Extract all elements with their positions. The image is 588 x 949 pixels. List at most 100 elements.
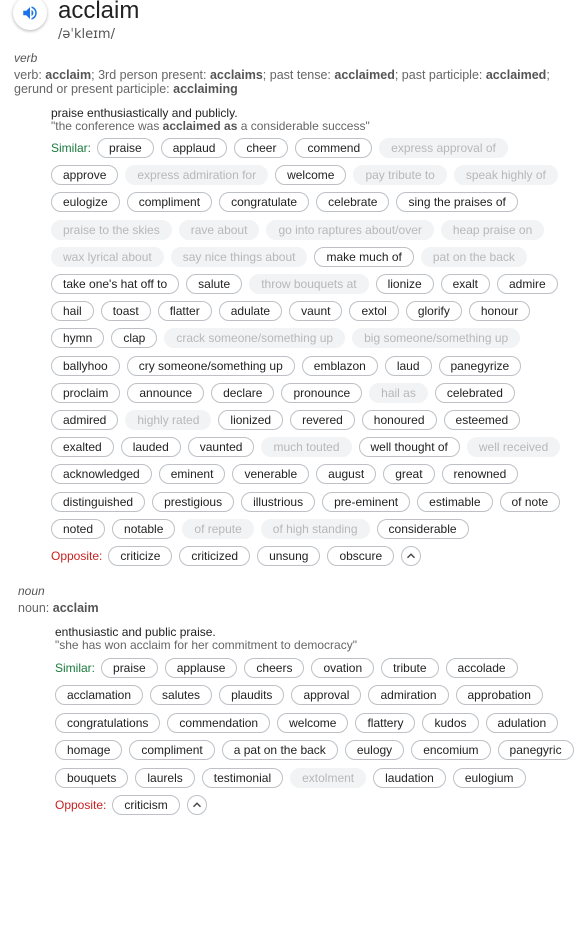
verb-similar-chip-extol[interactable]: extol (349, 301, 399, 322)
noun-example: "she has won acclaim for her commitment … (55, 638, 357, 652)
verb-similar-chip-lionized[interactable]: lionized (218, 410, 284, 430)
verb-similar-chip-venerable[interactable]: venerable (232, 464, 310, 485)
noun-similar-chip-acclamation[interactable]: acclamation (55, 685, 144, 706)
noun-similar-chip-a-pat-on-the-back[interactable]: a pat on the back (221, 740, 338, 761)
noun-similar-chip-applause[interactable]: applause (164, 658, 238, 678)
verb-similar-chip-take-one-s-hat-off-to[interactable]: take one's hat off to (51, 274, 180, 294)
noun-similar-chip-kudos[interactable]: kudos (422, 712, 479, 733)
verb-similar-chip-noted[interactable]: noted (51, 518, 106, 539)
verb-similar-chip-celebrate[interactable]: celebrate (316, 192, 390, 213)
verb-similar-chip-salute[interactable]: salute (186, 274, 243, 294)
verb-similar-chip-cry-someone-something-up[interactable]: cry someone/something up (126, 355, 295, 376)
verb-similar-chip-well-thought-of[interactable]: well thought of (358, 437, 460, 458)
verb-similar-chip-declare[interactable]: declare (211, 382, 275, 403)
noun-similar-chip-flattery[interactable]: flattery (355, 712, 416, 733)
verb-similar-chip-renowned[interactable]: renowned (441, 464, 519, 485)
noun-similar-chip-plaudits[interactable]: plaudits (219, 685, 285, 706)
collapse-button[interactable] (186, 795, 207, 815)
noun-similar-chip-welcome[interactable]: welcome (277, 712, 349, 733)
noun-similar-chip-cheers[interactable]: cheers (244, 658, 305, 678)
noun-similar-chip-salutes[interactable]: salutes (150, 685, 213, 706)
pronunciation-speaker-button[interactable] (13, 0, 47, 30)
noun-similar-chip-praise[interactable]: praise (101, 658, 158, 678)
noun-similar-chip-encomium[interactable]: encomium (411, 740, 491, 761)
verb-similar-chip-acknowledged[interactable]: acknowledged (51, 464, 152, 485)
verb-similar-chip-glorify[interactable]: glorify (405, 301, 462, 322)
verb-similar-chip-considerable[interactable]: considerable (376, 518, 469, 539)
verb-similar-chip-ballyhoo[interactable]: ballyhoo (51, 355, 120, 376)
collapse-button[interactable] (401, 546, 422, 566)
verb-similar-chip-pronounce[interactable]: pronounce (281, 382, 363, 403)
verb-similar-chip-of-note[interactable]: of note (499, 491, 561, 512)
verb-similar-chip-exalted[interactable]: exalted (51, 437, 114, 458)
verb-similar-chip-prestigious[interactable]: prestigious (152, 491, 235, 512)
verb-opposite-chip-obscure[interactable]: obscure (327, 546, 395, 566)
noun-similar-chip-ovation[interactable]: ovation (311, 658, 375, 678)
verb-similar-chip-estimable[interactable]: estimable (417, 491, 493, 512)
verb-similar-chip-exalt[interactable]: exalt (440, 274, 490, 294)
verb-similar-chip-celebrated[interactable]: celebrated (434, 382, 515, 403)
verb-similar-chip-welcome[interactable]: welcome (275, 165, 347, 186)
noun-similar-chip-admiration[interactable]: admiration (368, 685, 449, 706)
verb-similar-chip-lauded[interactable]: lauded (120, 437, 181, 458)
verb-similar-chip-panegyrize[interactable]: panegyrize (438, 355, 522, 376)
verb-similar-chip-cheer[interactable]: cheer (234, 138, 289, 158)
verb-similar-chip-admired[interactable]: admired (51, 410, 119, 430)
noun-similar-chip-compliment[interactable]: compliment (129, 740, 215, 761)
verb-similar-chip-approve[interactable]: approve (51, 165, 119, 186)
verb-similar-chip-admire[interactable]: admire (496, 274, 558, 294)
verb-opposite-chip-unsung[interactable]: unsung (257, 546, 321, 566)
noun-similar-chip-testimonial[interactable]: testimonial (201, 767, 284, 788)
verb-similar-chip-vaunt[interactable]: vaunt (289, 301, 343, 322)
verb-similar-chip-congratulate[interactable]: congratulate (219, 192, 310, 213)
noun-similar-chip-accolade[interactable]: accolade (445, 658, 518, 678)
verb-opposite-chip-criticize[interactable]: criticize (108, 546, 173, 566)
noun-similar-chip-laurels[interactable]: laurels (135, 767, 195, 788)
verb-similar-chip-great[interactable]: great (383, 464, 435, 485)
verb-similar-chip-make-much-of[interactable]: make much of (314, 246, 414, 267)
verb-similar-chip-lionize[interactable]: lionize (375, 274, 434, 294)
noun-similar-chip-approval[interactable]: approval (291, 685, 362, 706)
verb-similar-chip-vaunted[interactable]: vaunted (187, 437, 255, 458)
verb-similar-chip-compliment[interactable]: compliment (126, 192, 213, 213)
verb-similar-chip-commend[interactable]: commend (295, 138, 373, 158)
noun-similar-chip-laudation[interactable]: laudation (373, 767, 446, 788)
verb-similar-chip-honour[interactable]: honour (468, 301, 531, 322)
noun-similar-chip-approbation[interactable]: approbation (455, 685, 543, 706)
verb-similar-chip-adulate[interactable]: adulate (218, 301, 283, 322)
verb-similar-chip-august[interactable]: august (316, 464, 377, 485)
noun-similar-chip-eulogium[interactable]: eulogium (452, 767, 526, 788)
verb-similar-chip-eminent[interactable]: eminent (158, 464, 226, 485)
verb-similar-chip-clap[interactable]: clap (111, 328, 158, 349)
noun-similar-chip-bouquets[interactable]: bouquets (55, 767, 129, 788)
verb-similar-chip-announce[interactable]: announce (127, 382, 205, 403)
noun-similar-chip-adulation[interactable]: adulation (485, 712, 559, 733)
verb-similar-chip-toast[interactable]: toast (100, 301, 151, 322)
verb-similar-chip-hymn[interactable]: hymn (51, 328, 105, 349)
verb-similar-chip-notable[interactable]: notable (112, 518, 176, 539)
noun-similar-chip-eulogy[interactable]: eulogy (344, 740, 405, 761)
verb-similar-chip-laud[interactable]: laud (384, 355, 432, 376)
verb-similar-chip-emblazon[interactable]: emblazon (301, 355, 378, 376)
verb-opposite-chip-criticized[interactable]: criticized (179, 546, 251, 566)
verb-similar-chip-revered[interactable]: revered (290, 410, 355, 430)
verb-similar-chip-honoured[interactable]: honoured (361, 410, 437, 430)
noun-similar-chip-panegyric[interactable]: panegyric (497, 740, 574, 761)
verb-similar-chip-distinguished[interactable]: distinguished (51, 491, 146, 512)
verb-similar-chip-esteemed[interactable]: esteemed (443, 410, 521, 430)
verb-similar-chip-pre-eminent[interactable]: pre-eminent (322, 491, 411, 512)
verb-similar-chip-applaud[interactable]: applaud (160, 138, 228, 158)
noun-similar-chip-homage[interactable]: homage (55, 740, 123, 761)
verb-similar-chip-proclaim[interactable]: proclaim (51, 382, 121, 403)
verb-similar-chip-hail[interactable]: hail (51, 301, 94, 322)
phonetic: /əˈkleɪm/ (58, 27, 115, 42)
verb-similar-chip-illustrious[interactable]: illustrious (241, 491, 316, 512)
noun-similar-chip-congratulations[interactable]: congratulations (55, 712, 161, 733)
verb-similar-chip-praise[interactable]: praise (97, 138, 154, 158)
verb-similar-chip-flatter[interactable]: flatter (157, 301, 212, 322)
noun-opposite-chip-criticism[interactable]: criticism (112, 795, 180, 815)
verb-similar-chip-sing-the-praises-of[interactable]: sing the praises of (396, 192, 518, 213)
verb-similar-chip-eulogize[interactable]: eulogize (51, 192, 120, 213)
noun-similar-chip-commendation[interactable]: commendation (167, 712, 271, 733)
noun-similar-chip-tribute[interactable]: tribute (381, 658, 439, 678)
